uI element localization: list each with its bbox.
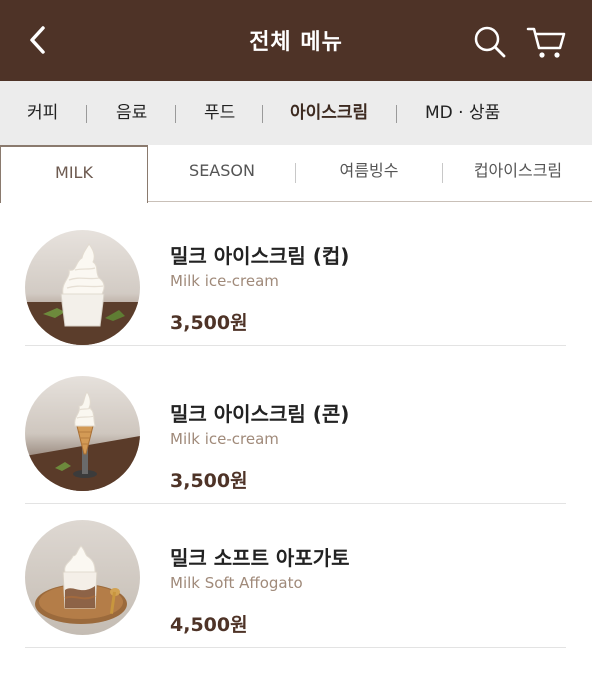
sub-tab-bar: MILK SEASON 여름빙수 컵아이스크림 xyxy=(0,145,592,203)
category-divider xyxy=(175,105,176,123)
product-item[interactable]: 밀크 소프트 아포가토 Milk Soft Affogato 4,500원 xyxy=(0,504,592,648)
category-nav: 커피 음료 푸드 아이스크림 MD · 상품 xyxy=(0,81,592,145)
tab-divider xyxy=(295,163,296,183)
product-name-en: Milk ice-cream xyxy=(170,430,279,448)
category-divider xyxy=(262,105,263,123)
category-divider xyxy=(396,105,397,123)
tab-cup-icecream[interactable]: 컵아이스크림 xyxy=(452,145,584,202)
product-image xyxy=(25,520,140,635)
product-item[interactable]: 밀크 아이스크림 (콘) Milk ice-cream 3,500원 xyxy=(0,360,592,504)
category-icecream[interactable]: 아이스크림 xyxy=(290,81,368,145)
category-divider xyxy=(86,105,87,123)
category-md-goods[interactable]: MD · 상품 xyxy=(425,81,500,145)
tab-summer-bingsu[interactable]: 여름빙수 xyxy=(306,145,432,202)
tab-season[interactable]: SEASON xyxy=(160,145,284,202)
product-price: 3,500원 xyxy=(170,312,248,334)
top-app-bar: 전체 메뉴 xyxy=(0,0,592,81)
product-name: 밀크 아이스크림 (콘) xyxy=(170,402,350,426)
product-price: 3,500원 xyxy=(170,470,248,492)
product-name: 밀크 소프트 아포가토 xyxy=(170,546,350,570)
search-icon xyxy=(474,26,506,58)
category-food[interactable]: 푸드 xyxy=(204,81,235,145)
tab-milk[interactable]: MILK xyxy=(0,145,148,203)
product-name: 밀크 아이스크림 (컵) xyxy=(170,244,350,268)
list-divider xyxy=(25,647,566,648)
product-name-en: Milk ice-cream xyxy=(170,272,279,290)
product-image xyxy=(25,230,140,345)
product-item[interactable]: 밀크 아이스크림 (컵) Milk ice-cream 3,500원 xyxy=(0,202,592,346)
list-divider xyxy=(25,345,566,346)
product-price: 4,500원 xyxy=(170,614,248,636)
cart-icon xyxy=(526,27,566,58)
search-button[interactable] xyxy=(470,22,510,62)
product-image xyxy=(25,376,140,491)
category-coffee[interactable]: 커피 xyxy=(27,81,58,145)
product-name-en: Milk Soft Affogato xyxy=(170,574,303,592)
cart-button[interactable] xyxy=(524,22,568,62)
tab-divider xyxy=(442,163,443,183)
category-beverage[interactable]: 음료 xyxy=(116,81,147,145)
